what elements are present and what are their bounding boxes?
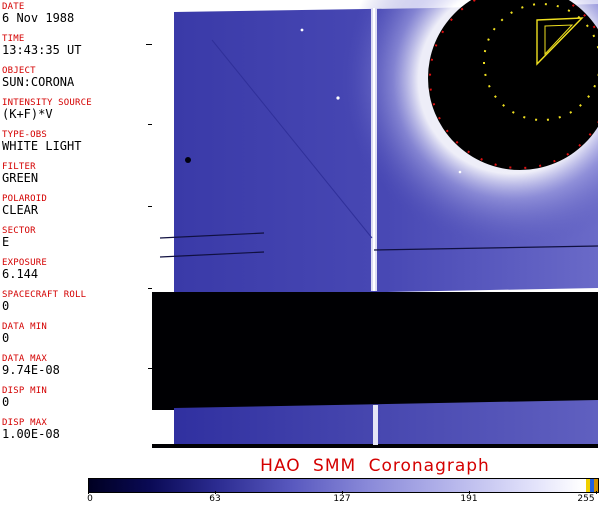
field-filter: FILTER GREEN bbox=[2, 162, 38, 185]
field-value: 6 Nov 1988 bbox=[2, 11, 75, 25]
field-disp-max: DISP MAX 1.00E-08 bbox=[2, 418, 60, 441]
field-value: SUN:CORONA bbox=[2, 75, 75, 89]
field-polaroid: POLAROID CLEAR bbox=[2, 194, 47, 217]
colorbar-tick-label: 0 bbox=[87, 494, 93, 504]
field-value: (K+F)*V bbox=[2, 107, 53, 121]
intensity-colorbar bbox=[88, 478, 599, 493]
star-spot bbox=[458, 170, 462, 174]
field-data-max: DATA MAX 9.74E-08 bbox=[2, 354, 60, 377]
star-spot bbox=[336, 96, 340, 100]
field-sector: SECTOR E bbox=[2, 226, 36, 249]
colorbar-tick-label: 127 bbox=[333, 494, 351, 504]
field-value: 0 bbox=[2, 299, 10, 313]
coronagraph-image bbox=[146, 0, 598, 448]
field-value: GREEN bbox=[2, 171, 39, 185]
field-value: WHITE LIGHT bbox=[2, 139, 82, 153]
field-date: DATE 6 Nov 1988 bbox=[2, 2, 74, 25]
field-type-obs: TYPE-OBS WHITE LIGHT bbox=[2, 130, 81, 153]
header-info-panel: DATE 6 Nov 1988 TIME 13:43:35 UT OBJECT … bbox=[0, 0, 153, 448]
field-time: TIME 13:43:35 UT bbox=[2, 34, 81, 57]
colorbar-tick-label: 255 bbox=[577, 494, 595, 504]
field-value: CLEAR bbox=[2, 203, 39, 217]
field-value: 6.144 bbox=[2, 267, 39, 281]
field-exposure: EXPOSURE 6.144 bbox=[2, 258, 47, 281]
field-value: E bbox=[2, 235, 10, 249]
edge-tick bbox=[146, 44, 152, 45]
star-spot bbox=[300, 28, 304, 32]
pylon-shadow-lower bbox=[373, 405, 378, 445]
instrument-title: HAO SMM Coronagraph bbox=[260, 456, 490, 476]
image-lower-strip bbox=[174, 400, 598, 446]
star-spot bbox=[185, 157, 191, 163]
image-black-band bbox=[152, 292, 598, 410]
field-disp-min: DISP MIN 0 bbox=[2, 386, 47, 409]
edge-tick bbox=[148, 124, 152, 125]
field-value: 9.74E-08 bbox=[2, 363, 60, 377]
colorbar-tick-label: 191 bbox=[460, 494, 478, 504]
field-intensity-source: INTENSITY SOURCE (K+F)*V bbox=[2, 98, 92, 121]
edge-tick bbox=[148, 288, 152, 289]
field-value: 0 bbox=[2, 395, 10, 409]
coronagraph-image-canvas bbox=[152, 0, 598, 448]
field-data-min: DATA MIN 0 bbox=[2, 322, 47, 345]
field-object: OBJECT SUN:CORONA bbox=[2, 66, 74, 89]
pylon-shadow-core bbox=[373, 8, 375, 291]
edge-tick bbox=[148, 206, 152, 207]
field-label: SPACECRAFT ROLL bbox=[2, 290, 87, 300]
edge-tick bbox=[148, 368, 152, 369]
field-value: 1.00E-08 bbox=[2, 427, 60, 441]
field-spacecraft-roll: SPACECRAFT ROLL 0 bbox=[2, 290, 86, 313]
field-value: 13:43:35 UT bbox=[2, 43, 82, 57]
colorbar-tickmark bbox=[596, 491, 597, 494]
colorbar-tick-label: 63 bbox=[209, 494, 221, 504]
field-value: 0 bbox=[2, 331, 10, 345]
